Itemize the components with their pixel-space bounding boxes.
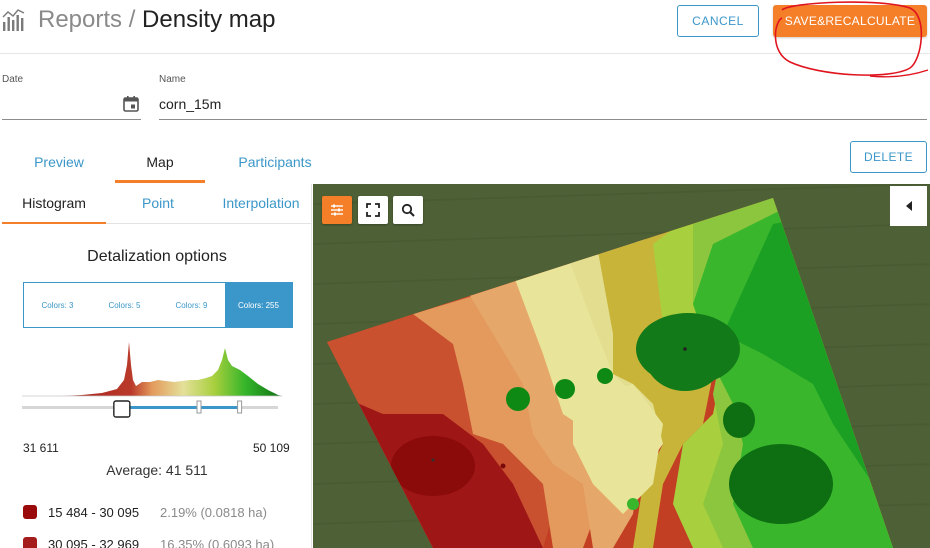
- legend-item: 30 095 - 32 969 16.35% (0.6093 ha): [23, 534, 274, 548]
- collapse-panel-button[interactable]: [890, 186, 927, 226]
- tab-participants[interactable]: Participants: [222, 140, 328, 184]
- map-canvas[interactable]: [313, 184, 930, 548]
- fullscreen-button[interactable]: [358, 196, 388, 224]
- colors-255-option[interactable]: Colors: 255: [225, 283, 292, 327]
- fullscreen-icon: [366, 203, 380, 217]
- save-recalculate-button[interactable]: SAVE&RECALCULATE: [773, 5, 927, 37]
- breadcrumb-reports[interactable]: Reports /: [38, 6, 142, 33]
- name-underline: [159, 119, 927, 120]
- search-icon: [401, 203, 415, 217]
- name-field[interactable]: corn_15m: [159, 96, 759, 112]
- active-tab-indicator: [115, 180, 205, 183]
- layer-settings-button[interactable]: [322, 196, 352, 224]
- delete-button[interactable]: DELETE: [850, 141, 927, 173]
- map-search-button[interactable]: [393, 196, 423, 224]
- legend-percent: 2.19% (0.0818 ha): [160, 504, 267, 520]
- name-label: Name: [159, 74, 186, 85]
- colors-9-option[interactable]: Colors: 9: [158, 283, 225, 327]
- date-underline: [2, 119, 141, 120]
- page-title: Reports / Density map: [38, 6, 275, 34]
- slider-mid-handle[interactable]: [196, 400, 202, 414]
- range-max-value: 50 109: [253, 441, 290, 455]
- legend-swatch: [23, 505, 37, 519]
- colors-3-option[interactable]: Colors: 3: [24, 283, 91, 327]
- breadcrumb-current: Density map: [142, 6, 276, 33]
- reports-chart-icon: [2, 9, 25, 31]
- histogram-panel: Histogram Point Interpolation Detalizati…: [2, 184, 312, 548]
- legend-item: 15 484 - 30 095 2.19% (0.0818 ha): [23, 502, 267, 522]
- panel-subtabs: Histogram Point Interpolation: [2, 184, 311, 224]
- report-form: Date Name corn_15m: [0, 55, 930, 123]
- tab-preview[interactable]: Preview: [20, 140, 98, 184]
- range-fill: [121, 406, 240, 409]
- slider-high-handle[interactable]: [237, 400, 243, 414]
- subtab-indicator: [2, 222, 106, 224]
- subtab-point[interactable]: Point: [106, 184, 210, 222]
- color-count-selector: Colors: 3 Colors: 5 Colors: 9 Colors: 25…: [23, 282, 293, 328]
- sliders-icon: [331, 204, 343, 216]
- legend-range: 15 484 - 30 095: [48, 504, 140, 520]
- detalization-title: Detalization options: [87, 248, 227, 265]
- subtab-histogram[interactable]: Histogram: [2, 184, 106, 222]
- average-value: Average: 41 511: [106, 462, 208, 478]
- legend-percent: 16.35% (0.6093 ha): [160, 536, 275, 548]
- calendar-icon[interactable]: [122, 95, 140, 113]
- caret-left-icon: [905, 201, 912, 211]
- date-label: Date: [2, 74, 24, 85]
- legend-swatch: [23, 537, 37, 548]
- density-map[interactable]: [313, 184, 930, 548]
- range-min-value: 31 611: [23, 441, 59, 455]
- subtab-interpolation[interactable]: Interpolation: [210, 184, 311, 222]
- value-histogram: [22, 342, 282, 418]
- tab-map[interactable]: Map: [115, 140, 205, 184]
- colors-5-option[interactable]: Colors: 5: [91, 283, 158, 327]
- legend-range: 30 095 - 32 969: [48, 536, 140, 548]
- cancel-button[interactable]: CANCEL: [677, 5, 759, 37]
- slider-low-handle[interactable]: [113, 400, 131, 418]
- app-header: Reports / Density map CANCEL SAVE&RECALC…: [0, 0, 930, 54]
